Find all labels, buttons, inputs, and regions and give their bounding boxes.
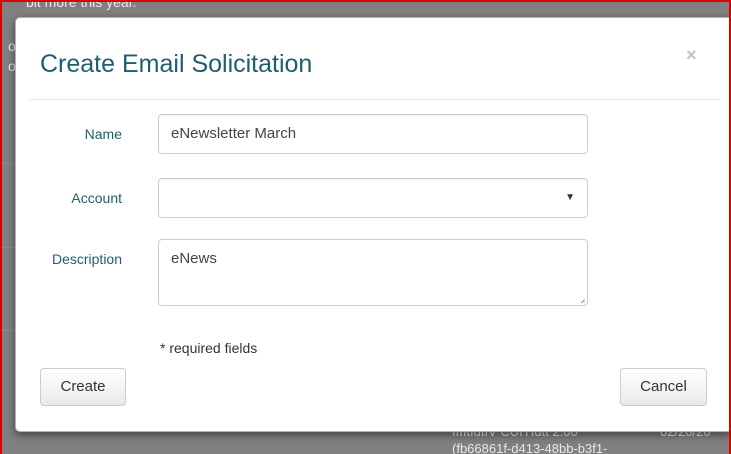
description-label: Description xyxy=(51,251,122,267)
name-input[interactable]: eNewsletter March xyxy=(158,114,588,154)
create-button[interactable]: Create xyxy=(40,368,126,406)
resize-handle-icon[interactable] xyxy=(577,295,585,303)
description-value: eNews xyxy=(171,250,217,267)
header-divider xyxy=(30,99,720,100)
account-label: Account xyxy=(71,190,122,206)
background-text: bit more this year. xyxy=(26,0,137,10)
description-textarea[interactable]: eNews xyxy=(158,239,588,306)
account-select[interactable]: ▼ xyxy=(158,178,588,218)
cancel-button[interactable]: Cancel xyxy=(620,368,707,406)
required-fields-note: * required fields xyxy=(160,340,258,356)
dialog-title: Create Email Solicitation xyxy=(40,50,313,78)
background-text: (fb66861f-d413-48bb-b3f1- xyxy=(452,441,608,454)
create-email-solicitation-dialog: Create Email Solicitation × Name eNewsle… xyxy=(15,17,731,432)
close-icon[interactable]: × xyxy=(686,46,697,64)
name-label: Name xyxy=(84,126,122,142)
chevron-down-icon: ▼ xyxy=(565,192,575,203)
